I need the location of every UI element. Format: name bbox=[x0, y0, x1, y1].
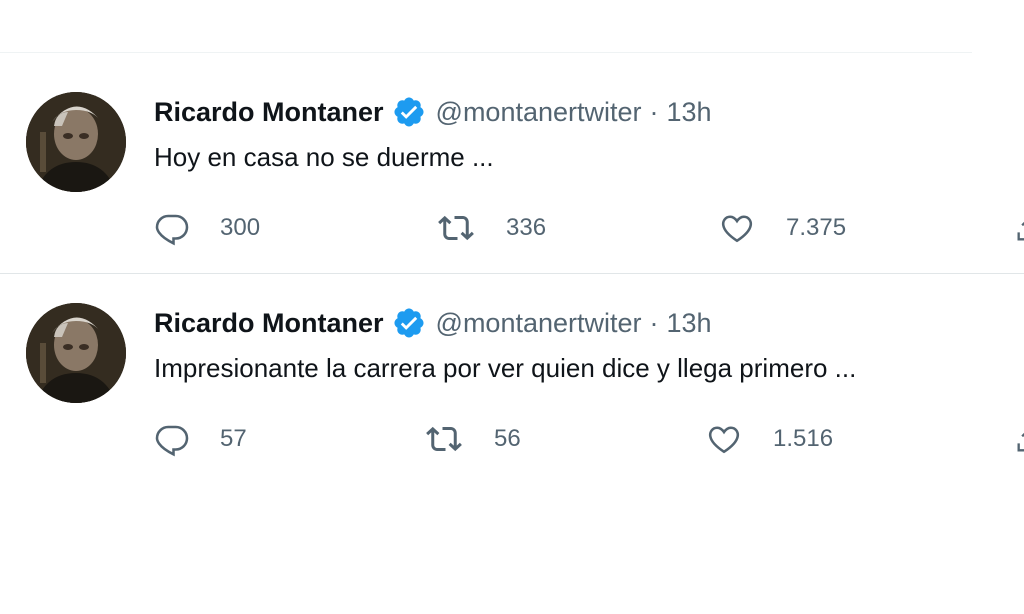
tweet-header: Ricardo Montaner @montanertwiter · 13h bbox=[154, 94, 712, 130]
avatar[interactable] bbox=[26, 303, 126, 403]
like-button[interactable]: 1.516 bbox=[705, 419, 833, 459]
reply-button[interactable]: 300 bbox=[154, 208, 260, 248]
retweet-count: 56 bbox=[494, 425, 521, 452]
like-button[interactable]: 7.375 bbox=[718, 208, 846, 248]
tweet-text: Impresionante la carrera por ver quien d… bbox=[154, 353, 857, 383]
author-handle[interactable]: @montanertwiter bbox=[436, 97, 642, 128]
reply-count: 57 bbox=[220, 425, 247, 452]
retweet-count: 336 bbox=[506, 214, 547, 241]
like-icon bbox=[705, 421, 743, 457]
retweet-icon bbox=[436, 210, 476, 246]
separator-dot: · bbox=[649, 96, 659, 127]
like-count: 1.516 bbox=[773, 425, 834, 452]
author-name[interactable]: Ricardo Montaner bbox=[154, 308, 384, 339]
reply-count: 300 bbox=[220, 214, 261, 241]
author-name[interactable]: Ricardo Montaner bbox=[154, 97, 384, 128]
tweet-header: Ricardo Montaner @montanertwiter · 13h bbox=[154, 305, 712, 341]
retweet-button[interactable]: 56 bbox=[424, 419, 521, 459]
reply-button[interactable]: 57 bbox=[154, 419, 247, 459]
tweet[interactable]: Ricardo Montaner @montanertwiter · 13h H… bbox=[0, 70, 1024, 280]
timeline-divider bbox=[0, 52, 972, 53]
tweet-actions: 300 336 7.375 bbox=[154, 208, 1024, 248]
tweet-timestamp[interactable]: 13h bbox=[667, 97, 712, 128]
share-icon[interactable] bbox=[1014, 427, 1024, 455]
verified-badge-icon bbox=[392, 95, 426, 129]
tweet-timestamp[interactable]: 13h bbox=[667, 308, 712, 339]
retweet-button[interactable]: 336 bbox=[436, 208, 546, 248]
like-icon bbox=[718, 210, 756, 246]
tweet-actions: 57 56 1.516 bbox=[154, 419, 1024, 459]
tweet[interactable]: Ricardo Montaner @montanertwiter · 13h I… bbox=[0, 281, 1024, 491]
verified-badge-icon bbox=[392, 306, 426, 340]
avatar[interactable] bbox=[26, 92, 126, 192]
author-handle[interactable]: @montanertwiter bbox=[436, 308, 642, 339]
tweet-divider bbox=[0, 273, 1024, 274]
reply-icon bbox=[154, 421, 190, 457]
separator-dot: · bbox=[649, 307, 659, 338]
like-count: 7.375 bbox=[786, 214, 847, 241]
share-icon[interactable] bbox=[1014, 216, 1024, 244]
retweet-icon bbox=[424, 421, 464, 457]
reply-icon bbox=[154, 210, 190, 246]
tweet-text: Hoy en casa no se duerme ... bbox=[154, 142, 494, 172]
